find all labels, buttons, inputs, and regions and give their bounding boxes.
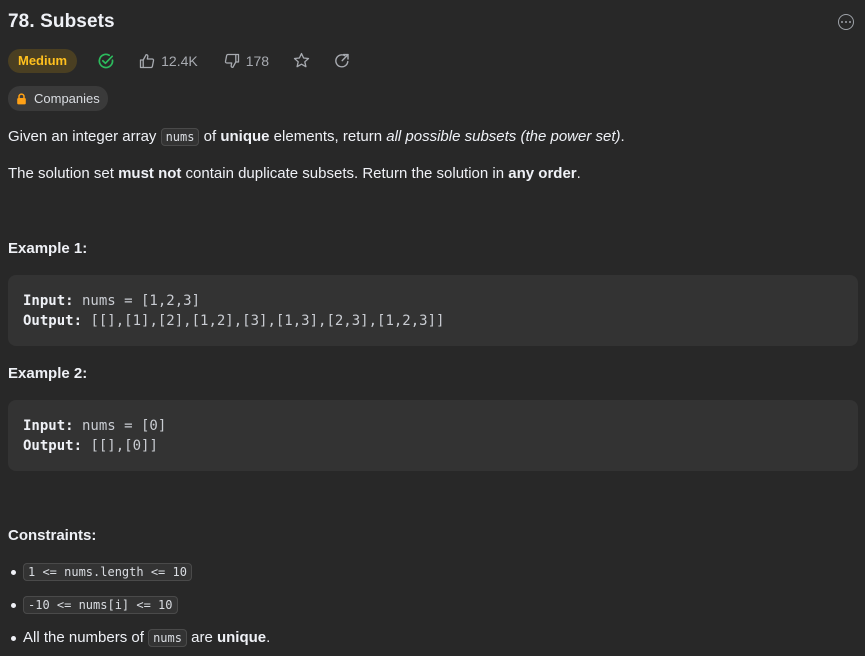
more-icon [841, 21, 843, 23]
companies-tag[interactable]: Companies [8, 86, 108, 111]
bold-text: must not [118, 165, 182, 182]
more-icon-dot [845, 21, 847, 23]
constraint-text: All the numbers of [23, 629, 149, 646]
share-button[interactable] [334, 53, 350, 69]
output-value: [[],[1],[2],[1,2],[3],[1,3],[2,3],[1,2,3… [82, 313, 445, 329]
example-1-heading: Example 1: [8, 240, 88, 257]
constraint-text: . [266, 629, 271, 646]
example-1-block: Input: nums = [1,2,3] Output: [[],[1],[2… [8, 275, 858, 346]
example-2-block: Input: nums = [0] Output: [[],[0]] [8, 400, 858, 471]
list-item: 1 <= nums.length <= 10 [8, 560, 270, 593]
problem-meta-row: Medium 12.4K 178 [8, 48, 350, 73]
bold-text: any order [508, 165, 577, 182]
constraints-heading: Constraints: [8, 527, 97, 544]
constraints-list: 1 <= nums.length <= 10 -10 <= nums[i] <=… [8, 560, 270, 656]
inline-code: 1 <= nums.length <= 10 [23, 563, 192, 581]
inline-code: nums [160, 128, 200, 146]
output-label: Output: [23, 313, 83, 329]
example-2-input: Input: nums = [0] [23, 416, 843, 436]
like-count: 12.4K [161, 52, 198, 69]
description-text: . [620, 128, 625, 145]
example-1-input: Input: nums = [1,2,3] [23, 291, 843, 311]
example-1-output: Output: [[],[1],[2],[1,2],[3],[1,3],[2,3… [23, 311, 843, 331]
like-button[interactable]: 12.4K [139, 53, 198, 69]
more-options-button[interactable] [838, 14, 854, 30]
list-item: All the numbers of nums are unique. [8, 626, 270, 656]
description-text: elements, return [269, 128, 387, 145]
input-label: Input: [23, 418, 74, 434]
example-2-output: Output: [[],[0]] [23, 436, 843, 456]
bold-text: unique [220, 128, 270, 145]
italic-text: all possible subsets (the power set) [386, 128, 621, 145]
star-icon [293, 52, 310, 68]
bold-text: unique [216, 629, 267, 646]
lock-icon [17, 92, 26, 104]
example-2-heading: Example 2: [8, 365, 88, 382]
solved-status [97, 52, 115, 70]
list-item: -10 <= nums[i] <= 10 [8, 593, 270, 626]
description-text: contain duplicate subsets. Return the so… [181, 165, 509, 182]
description-paragraph-1: Given an integer array nums of unique el… [8, 127, 625, 147]
description-text: Given an integer array [8, 128, 161, 145]
input-value: nums = [1,2,3] [73, 293, 201, 309]
inline-code: -10 <= nums[i] <= 10 [23, 596, 178, 614]
output-value: [[],[0]] [82, 438, 158, 454]
thumbs-down-icon [224, 53, 239, 68]
problem-title[interactable]: 78. Subsets [8, 11, 115, 33]
problem-description-panel: 78. Subsets Medium 12.4K 178 Companies G… [0, 0, 865, 656]
description-text: . [576, 165, 581, 182]
description-text: of [199, 128, 221, 145]
favorite-button[interactable] [293, 52, 310, 69]
thumbs-up-icon [139, 53, 155, 68]
description-paragraph-2: The solution set must not contain duplic… [8, 164, 581, 184]
dislike-count: 178 [245, 52, 270, 69]
output-label: Output: [23, 438, 83, 454]
description-text: The solution set [8, 165, 119, 182]
input-label: Input: [23, 293, 74, 309]
more-icon-dot [849, 21, 851, 23]
difficulty-badge: Medium [8, 48, 78, 73]
inline-code: nums [148, 629, 187, 647]
check-circle-icon [98, 53, 114, 68]
companies-label: Companies [34, 91, 100, 106]
dislike-button[interactable]: 178 [224, 53, 269, 69]
input-value: nums = [0] [73, 418, 167, 434]
share-icon [335, 53, 349, 68]
constraint-text: are [186, 629, 217, 646]
